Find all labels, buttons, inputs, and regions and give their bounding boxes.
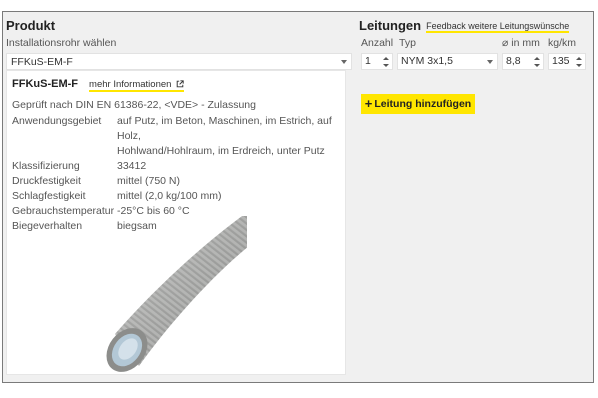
property-key: Klassifizierung: [12, 160, 80, 172]
property-row: Schlagfestigkeit mittel (2,0 kg/100 mm): [12, 189, 342, 204]
property-key: Anwendungsgebiet: [12, 115, 102, 127]
column-weight: kg/km: [548, 37, 577, 49]
property-value: mittel (2,0 kg/100 mm): [117, 190, 222, 202]
diameter-stepper[interactable]: 8,8: [502, 53, 544, 70]
product-card-header: FFKuS-EM-F mehr Informationen: [12, 77, 185, 92]
chevron-down-icon: [341, 60, 347, 64]
configurator-panel: Produkt Installationsrohr wählen FFKuS-E…: [2, 11, 594, 383]
spinner-arrows-icon[interactable]: [576, 57, 582, 67]
approval-text: Geprüft nach DIN EN 61386-22, <VDE> - Zu…: [12, 99, 256, 111]
produkt-title: Produkt: [6, 18, 56, 33]
anzahl-value: 1: [365, 55, 371, 67]
typ-value: NYM 3x1,5: [401, 55, 453, 67]
diameter-value: 8,8: [506, 55, 521, 67]
property-row: Anwendungsgebiet auf Putz, im Beton, Masc…: [12, 114, 342, 159]
leitungen-title: Leitungen: [359, 18, 422, 33]
installationsrohr-select-value: FFKuS-EM-F: [11, 56, 73, 68]
leitungen-column-headers: Anzahl Typ ⌀ in mm kg/km: [359, 36, 591, 50]
typ-select[interactable]: NYM 3x1,5: [397, 53, 498, 70]
conduit-pipe-image: [106, 216, 247, 372]
weight-stepper[interactable]: 135: [548, 53, 586, 70]
installationsrohr-label: Installationsrohr wählen: [6, 37, 117, 49]
column-anzahl: Anzahl: [361, 37, 394, 49]
product-name: FFKuS-EM-F: [12, 78, 78, 90]
leitung-row: 1 NYM 3x1,5 8,8 135: [359, 53, 591, 70]
property-value: auf Putz, im Beton, Maschinen, im Estric…: [117, 115, 332, 157]
chevron-down-icon: [487, 60, 493, 64]
property-key: Druckfestigkeit: [12, 175, 81, 187]
property-value: 33412: [117, 160, 147, 172]
anzahl-stepper[interactable]: 1: [361, 53, 393, 70]
property-key: Schlagfestigkeit: [12, 190, 86, 202]
plus-icon: +: [364, 96, 373, 111]
add-leitung-label: Leitung hinzufügen: [374, 98, 472, 110]
more-info-label: mehr Informationen: [89, 79, 172, 90]
column-diameter: ⌀ in mm: [502, 37, 540, 49]
property-row: Druckfestigkeit mittel (750 N): [12, 174, 342, 189]
installationsrohr-select[interactable]: FFKuS-EM-F: [6, 53, 352, 70]
column-typ: Typ: [399, 37, 416, 49]
leitungen-header: Leitungen Feedback weitere Leitungswünsc…: [359, 18, 591, 34]
spinner-arrows-icon[interactable]: [534, 57, 540, 67]
product-info-card: FFKuS-EM-F mehr Informationen Geprüft na…: [6, 70, 346, 375]
add-leitung-button[interactable]: + Leitung hinzufügen: [361, 94, 475, 114]
weight-value: 135: [552, 55, 570, 67]
produkt-section: Produkt Installationsrohr wählen FFKuS-E…: [6, 18, 352, 70]
feedback-link[interactable]: Feedback weitere Leitungswünsche: [426, 21, 570, 33]
leitungen-section: Leitungen Feedback weitere Leitungswünsc…: [359, 18, 591, 114]
property-value: mittel (750 N): [117, 175, 181, 187]
spinner-arrows-icon[interactable]: [383, 57, 389, 67]
property-row: Klassifizierung 33412: [12, 159, 342, 174]
more-info-link[interactable]: mehr Informationen: [89, 79, 185, 92]
external-link-icon: [176, 80, 184, 88]
